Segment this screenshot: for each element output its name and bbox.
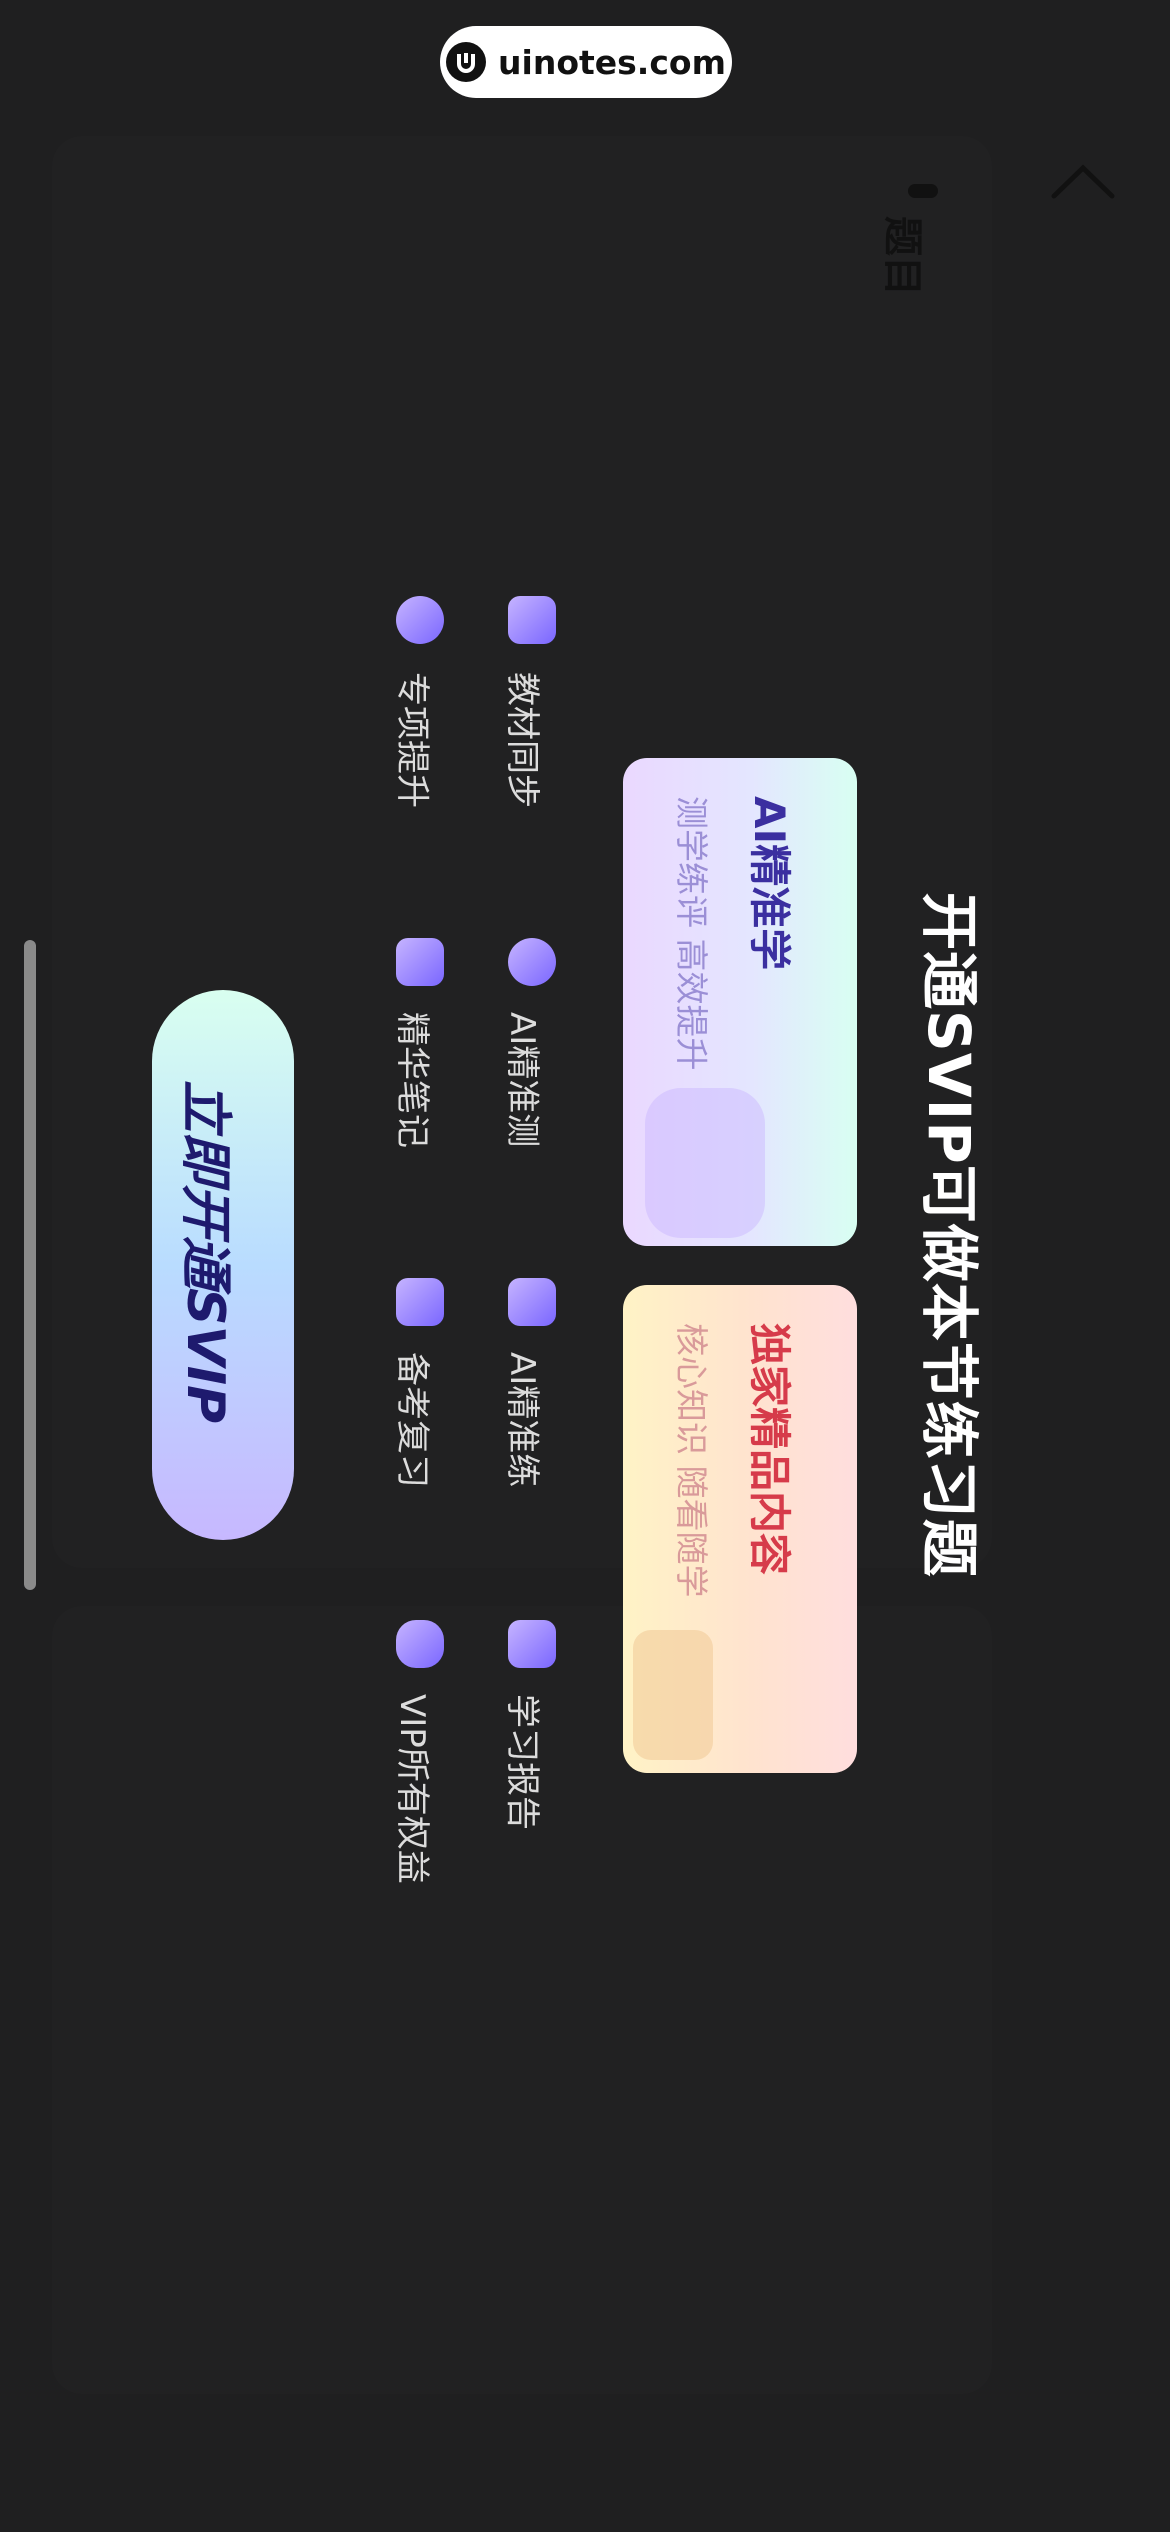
feature-label: 学习报告 (502, 1694, 542, 1830)
scrollbar[interactable] (24, 940, 36, 1590)
section-label: 题目 (879, 216, 925, 296)
feature-label: AI精准练 (502, 1352, 542, 1488)
promo-title: 开通SVIP可做本节练习题 (915, 892, 983, 1578)
report-icon (508, 1620, 556, 1668)
feature-label: AI精准测 (502, 1012, 542, 1148)
notes-icon (396, 938, 444, 986)
card-subtitle: 测学练评 高效提升 (672, 796, 711, 1071)
feature-label: 教材同步 (502, 672, 542, 808)
exclusive-content-card[interactable]: 独家精品内容 核心知识 随看随学 (623, 1285, 857, 1773)
section-indicator (908, 184, 938, 198)
ai-precision-card[interactable]: AI精准学 测学练评 高效提升 (623, 758, 857, 1246)
watermark-text: uinotes.com (498, 42, 726, 82)
feature-label: 专项提升 (392, 672, 432, 808)
card-title: 独家精品内容 (745, 1323, 794, 1576)
vip-icon (396, 1620, 444, 1668)
watermark-badge: uinotes.com (440, 26, 732, 98)
open-svip-button-label: 立即开通SVIP (175, 1080, 235, 1424)
card-title: AI精准学 (745, 796, 794, 971)
feature-label: 精华笔记 (392, 1012, 432, 1148)
feature-label: VIP所有权益 (392, 1694, 432, 1884)
review-icon (396, 1278, 444, 1326)
ai-test-icon (508, 938, 556, 986)
ai-practice-icon (508, 1278, 556, 1326)
card-subtitle: 核心知识 随看随学 (672, 1323, 711, 1598)
chevron-up-icon[interactable] (1048, 156, 1118, 206)
book-decoration-icon (633, 1630, 713, 1760)
rocket-icon (396, 596, 444, 644)
watermark-logo-icon (446, 42, 487, 82)
svip-promo-screen: uinotes.com 题目 开通SVIP可做本节练习题 AI精准学 测学练评 … (0, 0, 1170, 2532)
feature-label: 备考复习 (392, 1352, 432, 1488)
hexagon-decoration-icon (645, 1088, 765, 1238)
book-sync-icon (508, 596, 556, 644)
